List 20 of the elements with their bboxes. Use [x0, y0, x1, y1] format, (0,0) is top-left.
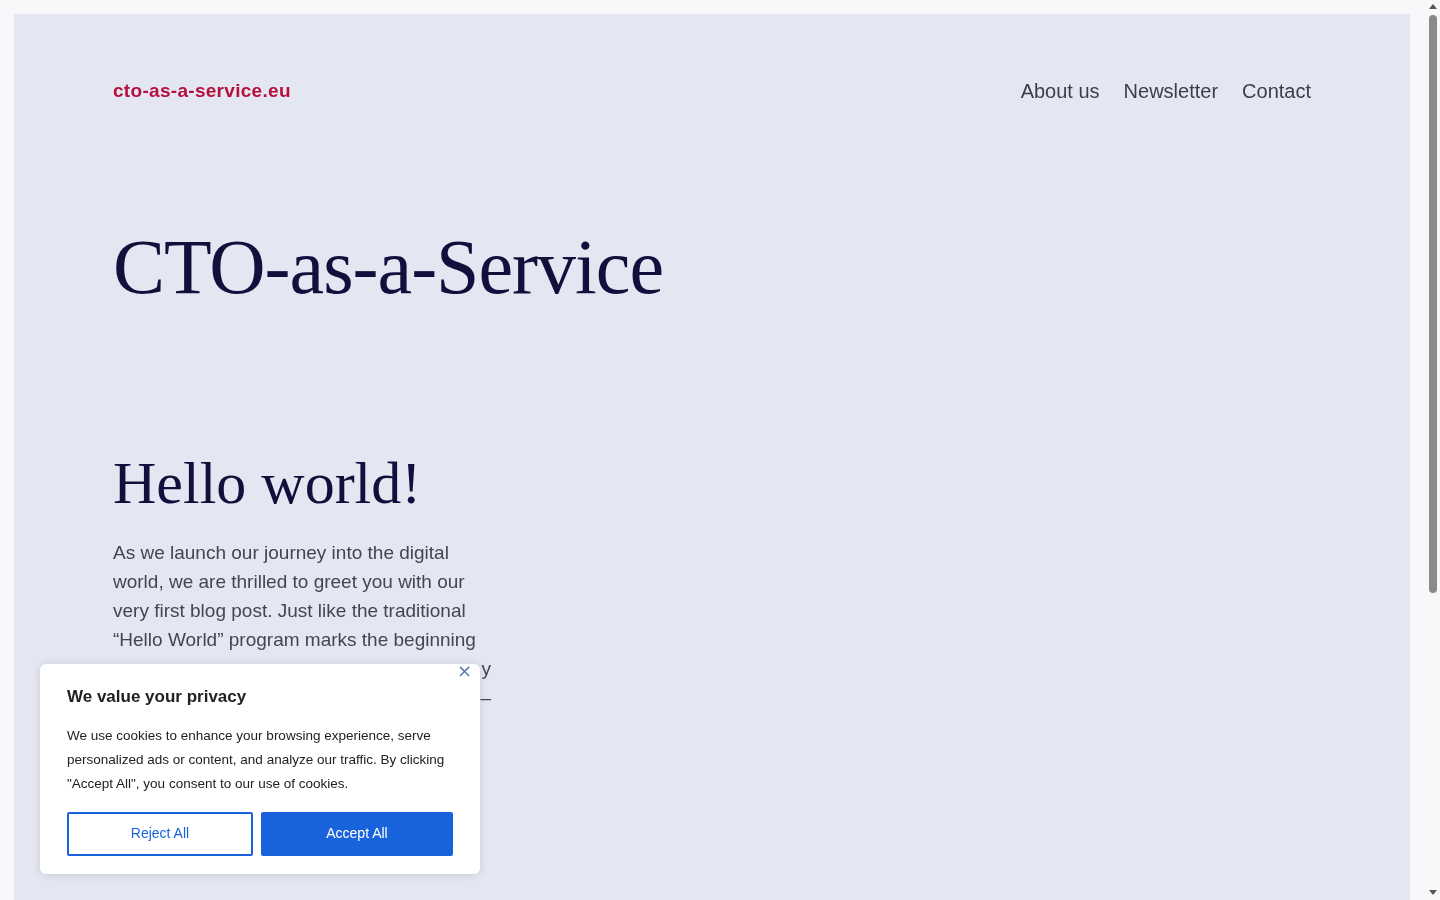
post-text: y: [481, 656, 491, 681]
reject-button[interactable]: Reject All: [67, 811, 253, 856]
post-text: very first blog post. Just like the traditional: [113, 598, 467, 623]
scroll-up-icon[interactable]: [1429, 4, 1437, 9]
site-logo[interactable]: cto-as-a-service.eu: [113, 76, 291, 106]
nav-link[interactable]: About us: [1020, 76, 1100, 106]
nav-link[interactable]: Contact: [1242, 76, 1311, 106]
post-text: As we launch our journey into the digital: [113, 540, 450, 565]
close-button[interactable]: ×: [456, 662, 472, 680]
post-text: –: [480, 685, 491, 710]
post-text: “Hello World” program marks the beginning: [113, 627, 477, 652]
site-title: CTO-as-a-Service: [113, 224, 664, 310]
banner-title: We value your privacy: [67, 686, 248, 708]
nav-link[interactable]: Newsletter: [1123, 76, 1219, 106]
post-title: Hello world!: [113, 449, 423, 516]
banner-text: We use cookies to enhance your browsing experience, serve personalized ads or content, and analyze our traffic. By clicking "Accept All", you consent to our use of cookies.: [67, 726, 446, 793]
scrollbar-thumb[interactable]: [1429, 15, 1437, 593]
scroll-down-icon[interactable]: [1429, 890, 1437, 895]
post-text: world, we are thrilled to greet you with our: [113, 569, 466, 594]
accept-button[interactable]: Accept All: [261, 811, 453, 856]
